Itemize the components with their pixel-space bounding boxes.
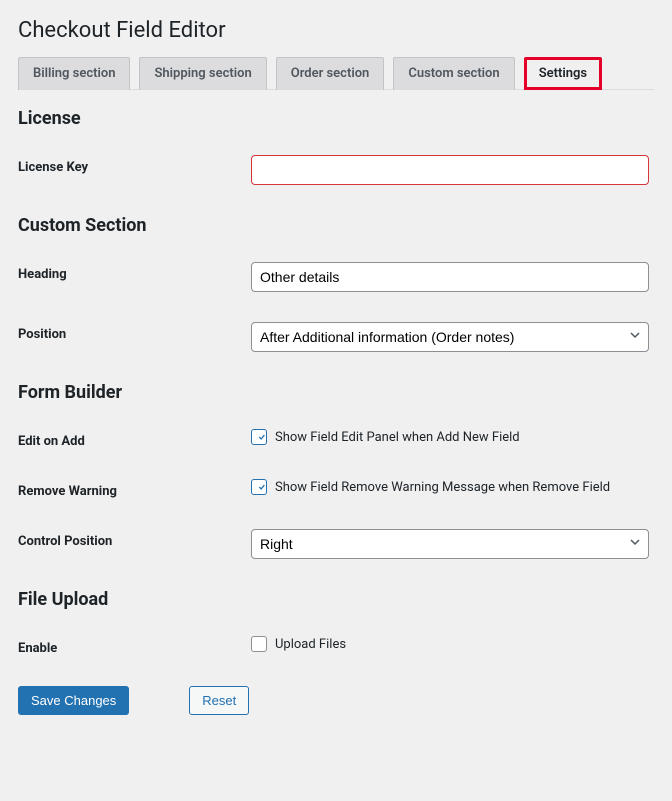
- save-button[interactable]: Save Changes: [18, 686, 129, 715]
- page-title: Checkout Field Editor: [18, 18, 654, 43]
- remove-warning-checkbox[interactable]: [251, 479, 267, 495]
- file-upload-section: File Upload Enable Upload Files: [18, 589, 654, 656]
- enable-label: Enable: [18, 636, 251, 656]
- license-key-input[interactable]: [251, 155, 649, 185]
- position-select[interactable]: After Additional information (Order note…: [251, 322, 649, 352]
- custom-section: Custom Section Heading Position After Ad…: [18, 215, 654, 352]
- action-buttons: Save Changes Reset: [18, 686, 654, 715]
- reset-button[interactable]: Reset: [189, 686, 249, 715]
- enable-checkbox[interactable]: [251, 636, 267, 652]
- tab-settings[interactable]: Settings: [524, 57, 602, 90]
- tab-shipping[interactable]: Shipping section: [139, 57, 266, 90]
- tab-custom[interactable]: Custom section: [393, 57, 514, 90]
- file-upload-heading: File Upload: [18, 589, 654, 610]
- enable-text: Upload Files: [275, 637, 346, 652]
- edit-on-add-label: Edit on Add: [18, 429, 251, 449]
- custom-section-heading: Custom Section: [18, 215, 654, 236]
- form-builder-section: Form Builder Edit on Add Show Field Edit…: [18, 382, 654, 559]
- form-builder-heading: Form Builder: [18, 382, 654, 403]
- license-key-label: License Key: [18, 155, 251, 175]
- tab-order[interactable]: Order section: [276, 57, 385, 90]
- heading-input[interactable]: [251, 262, 649, 292]
- edit-on-add-checkbox[interactable]: [251, 429, 267, 445]
- control-position-select[interactable]: Right: [251, 529, 649, 559]
- remove-warning-text: Show Field Remove Warning Message when R…: [275, 480, 610, 495]
- tabs-nav: Billing section Shipping section Order s…: [18, 57, 654, 90]
- position-label: Position: [18, 322, 251, 342]
- edit-on-add-text: Show Field Edit Panel when Add New Field: [275, 430, 520, 445]
- license-section: License License Key: [18, 108, 654, 185]
- license-heading: License: [18, 108, 654, 129]
- remove-warning-label: Remove Warning: [18, 479, 251, 499]
- tab-billing[interactable]: Billing section: [18, 57, 130, 90]
- heading-label: Heading: [18, 262, 251, 282]
- control-position-label: Control Position: [18, 529, 251, 549]
